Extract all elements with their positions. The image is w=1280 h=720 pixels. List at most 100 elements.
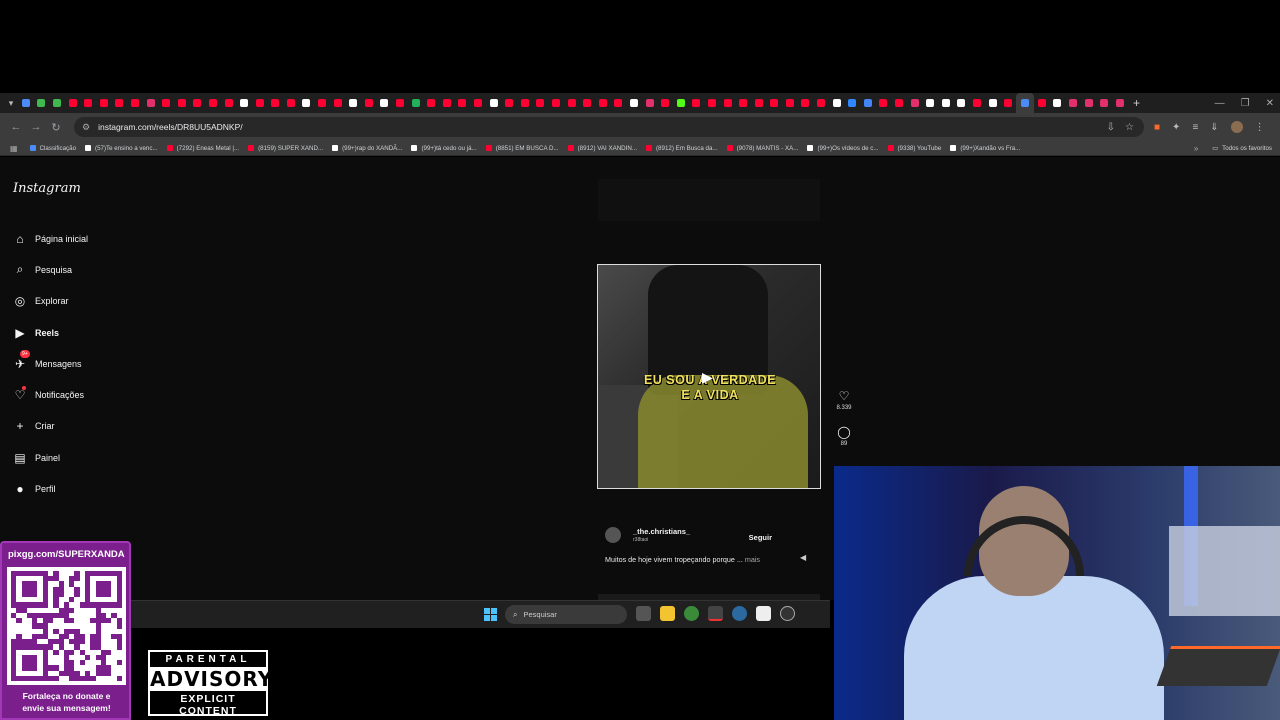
browser-tab[interactable] <box>579 93 595 113</box>
close-window-icon[interactable]: ✕ <box>1266 98 1274 109</box>
browser-tab[interactable] <box>1096 93 1112 113</box>
bookmark-item[interactable]: (99+)rap do XANDÃ... <box>332 145 402 152</box>
reel-audio[interactable]: r38taoi <box>633 537 690 543</box>
all-bookmarks[interactable]: ▭ Todos os favoritos <box>1212 145 1272 152</box>
browser-tab[interactable] <box>611 93 627 113</box>
browser-tab[interactable] <box>938 93 954 113</box>
obs-icon[interactable] <box>708 606 723 621</box>
ig-nav-create[interactable]: + Criar <box>13 411 88 442</box>
profile-avatar[interactable] <box>1230 121 1243 133</box>
browser-tab[interactable] <box>345 93 361 113</box>
ig-nav-search[interactable]: ⌕ Pesquisa <box>13 254 88 285</box>
bookmark-item[interactable]: (7292) Eneas Metal |... <box>166 145 239 152</box>
download-icon[interactable]: ⇓ <box>1210 122 1218 133</box>
reel-video[interactable]: EU SOU A VERDADE E A VIDA ▶ <box>597 264 821 489</box>
browser-tab[interactable] <box>626 93 642 113</box>
browser-tab[interactable] <box>595 93 611 113</box>
bookmark-item[interactable]: (99+)Os vídeos de c... <box>807 145 879 152</box>
app-icon[interactable] <box>780 606 795 621</box>
browser-tab[interactable] <box>533 93 549 113</box>
browser-tab[interactable] <box>704 93 720 113</box>
browser-tab[interactable] <box>798 93 814 113</box>
forward-icon[interactable]: → <box>26 121 46 133</box>
browser-tab[interactable] <box>1016 93 1034 113</box>
browser-tab[interactable] <box>455 93 471 113</box>
bookmark-item[interactable]: (99+)Xandão vs Fra... <box>950 145 1020 152</box>
browser-tab[interactable] <box>18 93 34 113</box>
taskbar-search[interactable]: ⌕ Pesquisar <box>505 605 627 624</box>
file-explorer-icon[interactable] <box>660 606 675 621</box>
browser-tab[interactable] <box>501 93 517 113</box>
bookmark-item[interactable]: (57)Te ensino a venc... <box>85 145 158 152</box>
browser-tab[interactable] <box>408 93 424 113</box>
browser-tab[interactable] <box>782 93 798 113</box>
follow-button[interactable]: Seguir <box>749 533 772 542</box>
back-icon[interactable]: ← <box>6 121 26 133</box>
browser-tab[interactable] <box>283 93 299 113</box>
browser-tab[interactable] <box>190 93 206 113</box>
new-tab-button[interactable]: + <box>1128 96 1146 110</box>
browser-tab[interactable] <box>657 93 673 113</box>
like-icon[interactable]: ♡ <box>836 389 852 403</box>
browser-tab[interactable] <box>564 93 580 113</box>
browser-tab[interactable] <box>735 93 751 113</box>
browser-tab[interactable] <box>65 93 81 113</box>
browser-tab[interactable] <box>985 93 1001 113</box>
bookmark-item[interactable]: (8912) Em Busca da... <box>646 145 718 152</box>
volume-icon[interactable]: ◀ <box>800 553 806 562</box>
browser-tab[interactable] <box>1050 93 1066 113</box>
browser-tab[interactable] <box>1000 93 1016 113</box>
browser-tab[interactable] <box>673 93 689 113</box>
browser-tab[interactable] <box>1034 93 1050 113</box>
browser-tab[interactable] <box>96 93 112 113</box>
browser-tab[interactable] <box>299 93 315 113</box>
ig-nav-dashboard[interactable]: ▤ Painel <box>13 442 88 473</box>
ig-nav-reels[interactable]: ▶ Reels <box>13 317 88 348</box>
maximize-icon[interactable]: ❐ <box>1241 98 1250 109</box>
browser-tab[interactable] <box>922 93 938 113</box>
browser-tab[interactable] <box>377 93 393 113</box>
browser-tab[interactable] <box>829 93 845 113</box>
windows-start-icon[interactable] <box>484 608 497 621</box>
browser-tab[interactable] <box>517 93 533 113</box>
ig-nav-notifications[interactable]: ♡ Notificações <box>13 379 88 410</box>
browser-tab[interactable] <box>470 93 486 113</box>
task-view-icon[interactable] <box>636 606 651 621</box>
install-icon[interactable]: ⇩ <box>1107 122 1115 133</box>
play-icon[interactable]: ▶ <box>702 369 713 386</box>
browser-tab[interactable] <box>205 93 221 113</box>
browser-tab[interactable] <box>1081 93 1097 113</box>
ig-nav-messages[interactable]: ✈ 9+ Mensagens <box>13 348 88 379</box>
ig-nav-profile[interactable]: ● Perfil <box>13 473 88 504</box>
document-icon[interactable] <box>756 606 771 621</box>
browser-tab[interactable] <box>361 93 377 113</box>
reel-author-avatar[interactable] <box>605 527 621 543</box>
menu-icon[interactable]: ⋮ <box>1255 122 1265 133</box>
browser-tab[interactable] <box>720 93 736 113</box>
reel-username[interactable]: _the.christians_ <box>633 527 690 536</box>
browser-tab[interactable] <box>221 93 237 113</box>
browser-tab[interactable] <box>486 93 502 113</box>
browser-tab[interactable] <box>907 93 923 113</box>
instagram-logo[interactable]: Instagram <box>13 181 81 196</box>
browser-tab[interactable] <box>548 93 564 113</box>
browser-tab[interactable] <box>143 93 159 113</box>
browser-tab[interactable] <box>127 93 143 113</box>
browser-tab[interactable] <box>423 93 439 113</box>
browser-tab[interactable] <box>392 93 408 113</box>
tab-search-icon[interactable]: ▾ <box>4 98 18 109</box>
bookmark-item[interactable]: (9078) MANTIS - XA... <box>726 145 798 152</box>
apps-grid-icon[interactable]: ▦ <box>10 144 18 153</box>
browser-tab[interactable] <box>174 93 190 113</box>
browser-tab[interactable] <box>1112 93 1128 113</box>
browser-tab[interactable] <box>860 93 876 113</box>
bookmark-item[interactable]: (8851) EM BUSCA D... <box>485 145 559 152</box>
bookmark-item[interactable]: (99+)tá cedo ou já... <box>411 145 477 152</box>
bookmark-item[interactable]: Classificação <box>29 145 76 152</box>
bookmark-star-icon[interactable]: ☆ <box>1125 122 1134 133</box>
browser-tab[interactable] <box>158 93 174 113</box>
browser-tab[interactable] <box>314 93 330 113</box>
browser-tab[interactable] <box>439 93 455 113</box>
browser-tab[interactable] <box>876 93 892 113</box>
address-bar[interactable]: ⚙ instagram.com/reels/DR8UU5ADNKP/ ⇩ ☆ <box>74 117 1144 137</box>
